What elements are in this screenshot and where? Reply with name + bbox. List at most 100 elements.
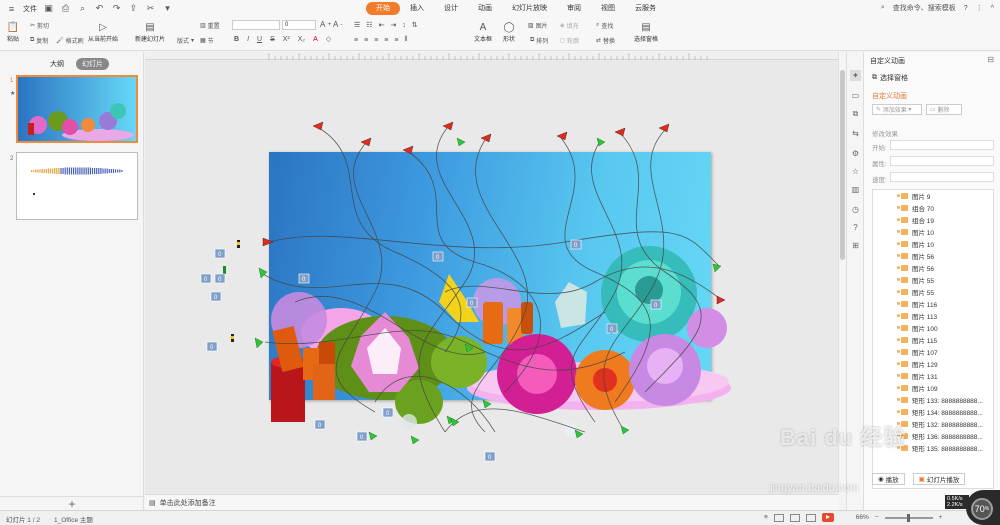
- vertical-scrollbar[interactable]: [838, 52, 846, 494]
- slideshow-button[interactable]: ▣ 幻灯片播放: [912, 473, 966, 485]
- animation-order-label[interactable]: 0: [484, 451, 496, 462]
- align-right-icon[interactable]: ≡: [374, 37, 378, 44]
- file-menu[interactable]: 文件: [23, 4, 37, 14]
- italic-icon[interactable]: I: [247, 36, 249, 43]
- undo-icon[interactable]: ↶: [94, 3, 105, 14]
- more-apps-icon[interactable]: ⊞: [850, 240, 861, 251]
- animation-list-item[interactable]: 图片 131: [873, 370, 993, 382]
- export-icon[interactable]: ⇪: [128, 3, 139, 14]
- underline-icon[interactable]: U: [257, 36, 262, 43]
- object-icon[interactable]: ▭: [850, 90, 861, 101]
- chevron-down-icon[interactable]: ▾: [162, 3, 173, 14]
- add-effect-button[interactable]: ✎ 添加效果 ▾: [872, 104, 922, 115]
- replace-button[interactable]: ⇄ 替换: [596, 36, 615, 45]
- reset-button[interactable]: ▥ 重置: [200, 21, 220, 30]
- bold-icon[interactable]: B: [234, 36, 239, 43]
- text-direction-icon[interactable]: ⇅: [412, 21, 418, 29]
- slide-thumbnail-2[interactable]: [16, 152, 138, 220]
- animation-list-item[interactable]: 矩形 134: 8888888888...: [873, 406, 993, 418]
- library-icon[interactable]: ▥: [850, 184, 861, 195]
- animation-list-item[interactable]: 图片 115: [873, 334, 993, 346]
- distribute-icon[interactable]: ≡: [394, 37, 398, 44]
- history-icon[interactable]: ◷: [850, 204, 861, 215]
- add-slide-button[interactable]: +: [0, 496, 144, 511]
- animation-list-item[interactable]: 图片 129: [873, 358, 993, 370]
- animation-list-item[interactable]: 矩形 132: 8888888888...: [873, 418, 993, 430]
- number-list-icon[interactable]: ☷: [366, 21, 372, 29]
- tab-design[interactable]: 设计: [434, 2, 468, 15]
- tools-icon[interactable]: ✂: [145, 3, 156, 14]
- font-name-field[interactable]: [232, 20, 280, 30]
- animation-list-item[interactable]: 图片 100: [873, 322, 993, 334]
- tab-slideshow[interactable]: 幻灯片放映: [502, 2, 557, 15]
- zoom-out-icon[interactable]: −: [875, 514, 879, 521]
- bullet-list-icon[interactable]: ☰: [354, 21, 360, 29]
- redo-icon[interactable]: ↷: [111, 3, 122, 14]
- notes-area[interactable]: ▤ 单击此处添加备注: [145, 494, 838, 510]
- save-icon[interactable]: ▣: [43, 3, 54, 14]
- animation-list-item[interactable]: 图片 9: [873, 190, 993, 202]
- animation-order-label[interactable]: 0: [214, 248, 226, 259]
- layers-icon[interactable]: ⧉: [850, 108, 861, 119]
- find-button[interactable]: ⌕ 查找: [596, 21, 613, 30]
- play-button[interactable]: ◉ 播放: [872, 473, 905, 485]
- tab-insert[interactable]: 插入: [400, 2, 434, 15]
- close-icon[interactable]: ⊟: [987, 55, 994, 64]
- animation-order-label[interactable]: 0: [314, 419, 326, 430]
- shape-button[interactable]: ◯ 形状: [502, 20, 516, 44]
- clear-format-icon[interactable]: ◇: [326, 35, 331, 43]
- normal-view-icon[interactable]: [773, 513, 784, 522]
- fill-button[interactable]: ◈ 填充: [560, 21, 579, 30]
- animation-list-item[interactable]: 图片 116: [873, 298, 993, 310]
- scrollbar-thumb[interactable]: [840, 70, 845, 260]
- zoom-level[interactable]: 66%: [856, 514, 869, 521]
- textbox-button[interactable]: A 文本框: [474, 20, 492, 44]
- animation-list-item[interactable]: 图片 109: [873, 382, 993, 394]
- font-size-field[interactable]: 0: [282, 20, 316, 30]
- property-select[interactable]: [890, 156, 994, 166]
- layout-button[interactable]: 版式 ▾: [177, 36, 194, 45]
- outline-button[interactable]: ◻ 轮廓: [560, 36, 579, 45]
- columns-icon[interactable]: ⫴: [404, 36, 407, 44]
- align-center-icon[interactable]: ≡: [364, 37, 368, 44]
- grow-font-icon[interactable]: A +: [320, 20, 331, 29]
- print-icon[interactable]: ⎙: [60, 3, 71, 14]
- delete-button[interactable]: ▭ 删除: [926, 104, 962, 115]
- command-search[interactable]: 查找命令、搜索模板: [893, 3, 956, 13]
- font-color-icon[interactable]: A: [313, 36, 318, 43]
- slide-canvas[interactable]: [269, 152, 731, 437]
- new-slide-button[interactable]: ▤ 新建幻灯片: [135, 20, 165, 44]
- paste-button[interactable]: 📋 粘贴: [6, 20, 20, 44]
- speed-widget[interactable]: 70%: [966, 490, 1000, 525]
- animation-list-item[interactable]: 矩形 133: 8888888888...: [873, 394, 993, 406]
- align-left-icon[interactable]: ≡: [354, 37, 358, 44]
- tab-animation[interactable]: 动画: [468, 2, 502, 15]
- help-icon[interactable]: ?: [964, 5, 968, 12]
- copy-button[interactable]: ⧉ 复制: [30, 36, 48, 45]
- search-icon[interactable]: ⌕: [881, 4, 885, 12]
- print-preview-icon[interactable]: ⌕: [77, 3, 88, 14]
- animation-list-item[interactable]: 图片 107: [873, 346, 993, 358]
- animation-order-label[interactable]: 0: [382, 407, 394, 418]
- animation-list-item[interactable]: 图片 56: [873, 250, 993, 262]
- help-icon[interactable]: ?: [850, 222, 861, 233]
- cut-button[interactable]: ✂ 剪切: [30, 21, 49, 30]
- selection-pane-link[interactable]: ⧉ 选择窗格: [872, 73, 908, 83]
- animation-list-item[interactable]: 图片 55: [873, 286, 993, 298]
- animation-list-item[interactable]: 图片 10: [873, 238, 993, 250]
- animation-order-label[interactable]: 0: [214, 273, 226, 284]
- format-icon[interactable]: ⚙: [850, 148, 861, 159]
- format-painter-button[interactable]: 🖌 格式刷: [56, 36, 84, 45]
- menu-icon[interactable]: ≡: [6, 3, 17, 14]
- star-icon[interactable]: ☆: [850, 166, 861, 177]
- speed-select[interactable]: [890, 172, 994, 182]
- settings-icon[interactable]: ⋮: [976, 4, 983, 12]
- animation-list-item[interactable]: 图片 10: [873, 226, 993, 238]
- tab-review[interactable]: 审阅: [557, 2, 591, 15]
- shrink-font-icon[interactable]: A-: [333, 20, 343, 29]
- animation-list-item[interactable]: 组合 19: [873, 214, 993, 226]
- animation-order-label[interactable]: 0: [356, 431, 368, 442]
- line-spacing-icon[interactable]: ↕: [402, 22, 406, 29]
- indent-decrease-icon[interactable]: ⇤: [379, 21, 385, 29]
- picture-button[interactable]: ▨ 图片: [528, 21, 548, 30]
